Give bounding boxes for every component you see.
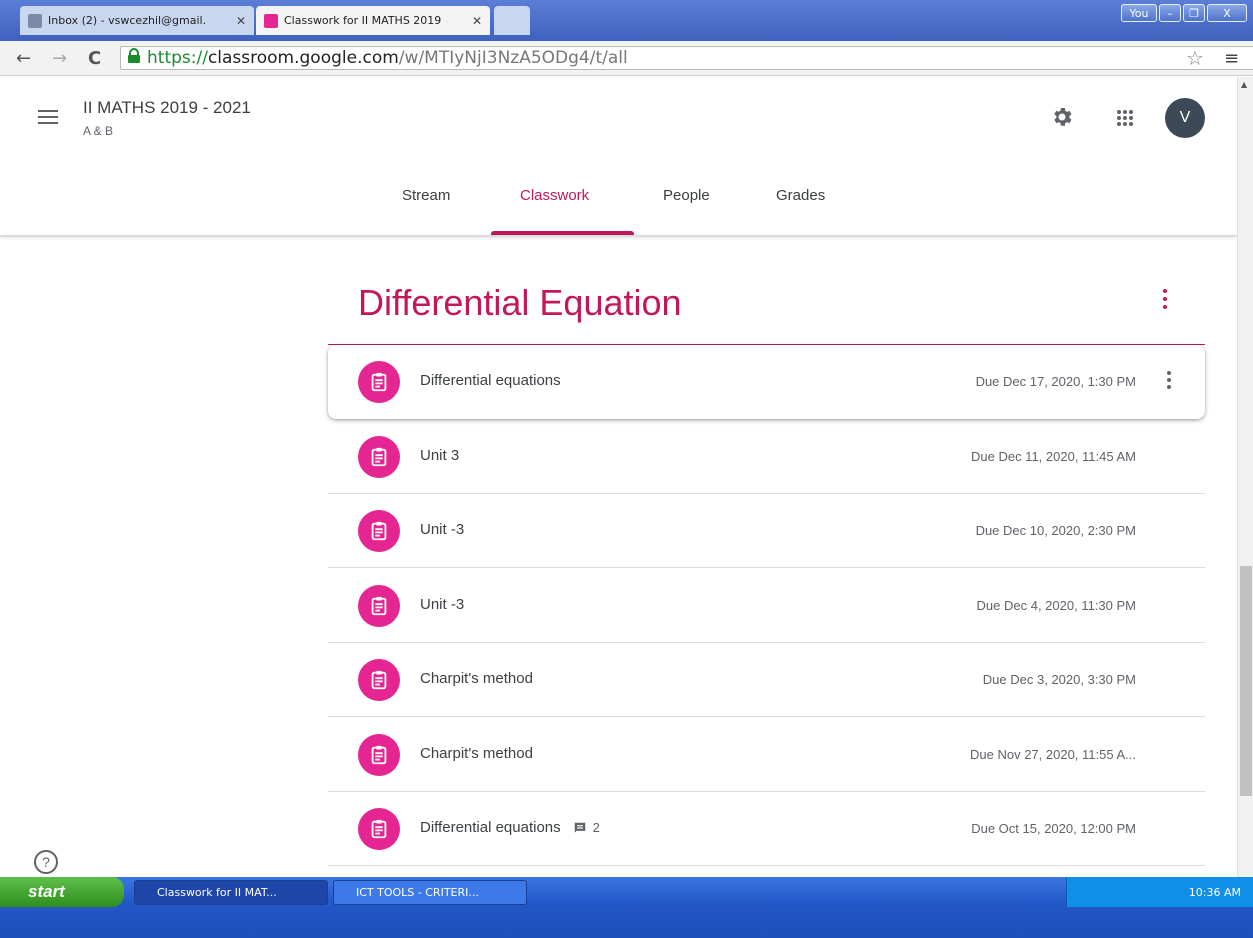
apps-grid-icon[interactable] xyxy=(1117,110,1133,126)
assignment-title-text: Differential equations xyxy=(420,372,561,389)
assignment-due: Due Dec 17, 2020, 1:30 PM xyxy=(975,374,1136,389)
assignment-title-text: Charpit's method xyxy=(420,745,533,762)
tab-people[interactable]: People xyxy=(663,187,710,204)
assignment-row[interactable]: Differential equations Due Dec 17, 2020, … xyxy=(328,345,1205,419)
back-icon[interactable]: ← xyxy=(16,48,31,69)
system-tray: 10:36 AM xyxy=(1066,877,1253,907)
avatar[interactable]: V xyxy=(1165,98,1205,138)
reload-icon[interactable]: C xyxy=(88,48,101,69)
topic-title: Differential Equation xyxy=(358,282,682,323)
assignment-due: Due Dec 3, 2020, 3:30 PM xyxy=(982,672,1136,687)
class-title[interactable]: II MATHS 2019 - 2021 xyxy=(83,98,251,118)
comment-icon xyxy=(574,822,585,833)
windows-taskbar: start Classwork for II MAT... ICT TOOLS … xyxy=(0,877,1253,938)
maximize-button[interactable]: ❐ xyxy=(1183,4,1205,22)
address-toolbar: ← → C https://classroom.google.com/w/MTI… xyxy=(0,41,1253,76)
url-path: /w/MTIyNjI3NzA5ODg4/t/all xyxy=(398,48,628,68)
assignment-row[interactable]: Charpit's method Due Dec 3, 2020, 3:30 PM xyxy=(328,643,1205,717)
lock-icon xyxy=(128,48,140,63)
tab-grades[interactable]: Grades xyxy=(776,187,825,204)
assignment-row[interactable]: Unit 2Due Oct 8, 2020, 11:59 PM xyxy=(328,867,1205,877)
class-section: A & B xyxy=(83,124,114,138)
assignment-title: Charpit's method xyxy=(420,670,533,687)
assignment-title: Charpit's method xyxy=(420,745,533,762)
assignment-row[interactable]: Unit -3 Due Dec 4, 2020, 11:30 PM xyxy=(328,569,1205,643)
assignment-row[interactable]: Unit -3 Due Dec 10, 2020, 2:30 PM xyxy=(328,494,1205,568)
taskbar-item-label: Classwork for II MAT... xyxy=(157,886,277,899)
mail-icon xyxy=(28,13,42,28)
browser-tab-classwork[interactable]: Classwork for II MATHS 2019 ✕ xyxy=(256,6,490,35)
main-menu-icon[interactable] xyxy=(38,110,58,126)
window-controls: You – ❐ X xyxy=(1121,4,1247,22)
assignment-title: Unit -3 xyxy=(420,596,464,613)
tab-classwork[interactable]: Classwork xyxy=(520,187,589,204)
assignment-title-text: Unit -3 xyxy=(420,521,465,538)
taskbar-item-chrome[interactable]: Classwork for II MAT... xyxy=(134,880,328,905)
assignment-title-text: Unit 3 xyxy=(420,447,460,464)
new-tab-button[interactable] xyxy=(494,6,530,35)
browser-tab-title: Classwork for II MATHS 2019 xyxy=(284,14,442,27)
close-tab-icon[interactable]: ✕ xyxy=(472,14,482,28)
classroom-icon xyxy=(264,13,278,28)
url-host: classroom.google.com xyxy=(207,48,399,68)
assignment-title-text: Differential equations xyxy=(420,819,561,836)
taskbar-item-label: ICT TOOLS - CRITERI... xyxy=(356,886,479,899)
assignment-due: Due Dec 10, 2020, 2:30 PM xyxy=(975,523,1136,538)
assignment-icon xyxy=(358,659,400,701)
assignment-row[interactable]: Differential equations 2 Due Oct 15, 2020,… xyxy=(328,792,1205,866)
url-scheme: https:// xyxy=(147,48,208,68)
clock: 10:36 AM xyxy=(1188,885,1241,899)
scrollbar-thumb[interactable] xyxy=(1240,566,1252,796)
start-button[interactable]: start xyxy=(0,877,124,907)
comment-count: 2 xyxy=(573,820,600,835)
assignment-title: Unit -3 xyxy=(420,521,464,538)
topic-more-options-icon[interactable] xyxy=(1163,289,1169,313)
assignment-due: Due Dec 11, 2020, 11:45 AM xyxy=(970,449,1136,464)
assignment-title: Differential equations xyxy=(420,372,561,389)
assignment-more-options-icon[interactable] xyxy=(1167,371,1173,393)
assignment-icon xyxy=(358,808,400,850)
assignment-icon xyxy=(358,585,400,627)
close-tab-icon[interactable]: ✕ xyxy=(236,14,246,28)
comment-count-value: 2 xyxy=(592,820,600,835)
taskbar-item-word[interactable]: ICT TOOLS - CRITERI... xyxy=(333,880,527,905)
scroll-up-arrow-icon[interactable]: ▲ xyxy=(1241,80,1247,89)
browser-menu-icon[interactable]: ≡ xyxy=(1224,48,1239,69)
assignment-icon xyxy=(358,436,400,478)
assignment-due: Due Dec 4, 2020, 11:30 PM xyxy=(976,598,1136,613)
assignment-due: Due Nov 27, 2020, 11:55 A... xyxy=(970,747,1136,762)
minimize-button[interactable]: – xyxy=(1159,4,1181,22)
assignment-title-text: Charpit's method xyxy=(420,670,533,687)
browser-tab-title: Inbox (2) - vswcezhil@gmail. xyxy=(48,14,207,27)
help-icon[interactable]: ? xyxy=(34,850,58,874)
classroom-app: II MATHS 2019 - 2021 A & B V Stream Clas… xyxy=(0,77,1237,877)
assignment-row[interactable]: Unit 3 Due Dec 11, 2020, 11:45 AM xyxy=(328,420,1205,494)
assignment-icon xyxy=(358,734,400,776)
assignment-due: Due Oct 15, 2020, 12:00 PM xyxy=(971,821,1136,836)
class-nav-tabs: Stream Classwork People Grades xyxy=(0,177,1237,235)
close-window-button[interactable]: X xyxy=(1207,4,1247,22)
browser-tab-inbox[interactable]: Inbox (2) - vswcezhil@gmail. ✕ xyxy=(20,6,254,35)
browser-tabstrip: Inbox (2) - vswcezhil@gmail. ✕ Classwork… xyxy=(0,0,1253,41)
assignment-title-text: Unit -3 xyxy=(420,596,465,613)
assignment-title: Unit 3 xyxy=(420,447,459,464)
url-bar[interactable]: https://classroom.google.com/w/MTIyNjI3N… xyxy=(120,46,1253,70)
assignment-row[interactable]: Charpit's method Due Nov 27, 2020, 11:55 … xyxy=(328,718,1205,792)
assignment-icon xyxy=(358,361,400,403)
forward-icon[interactable]: → xyxy=(52,48,67,69)
profile-button[interactable]: You xyxy=(1121,4,1157,22)
tab-stream[interactable]: Stream xyxy=(402,187,450,204)
assignment-title: Differential equations 2 xyxy=(420,819,600,836)
header-divider xyxy=(0,235,1237,237)
bookmark-star-icon[interactable]: ☆ xyxy=(1186,46,1204,70)
gear-icon[interactable] xyxy=(1050,105,1074,129)
assignment-icon xyxy=(358,510,400,552)
